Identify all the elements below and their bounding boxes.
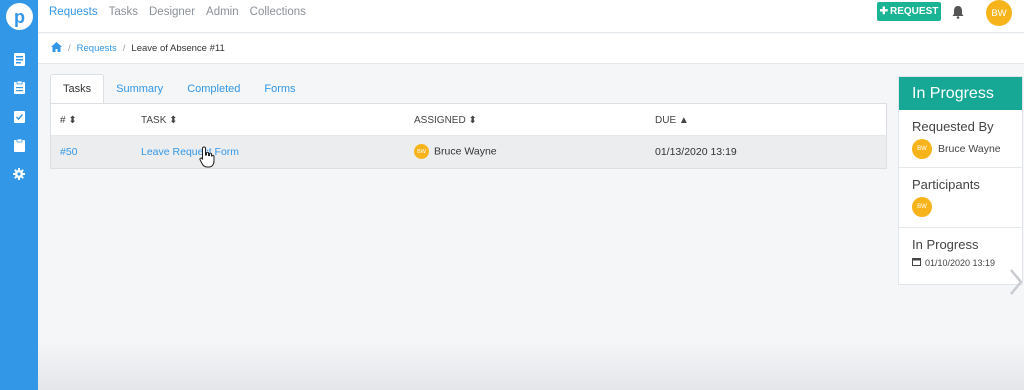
nav-tasks[interactable]: Tasks (109, 6, 138, 18)
tab-forms[interactable]: Forms (252, 74, 307, 103)
nav-admin[interactable]: Admin (206, 6, 239, 18)
in-progress-date: 01/10/2020 13:19 (925, 257, 996, 268)
plus-icon: ✚ (879, 6, 889, 17)
table-header: # ⬍ TASK ⬍ ASSIGNED ⬍ DUE ▲ (51, 104, 886, 136)
breadcrumb: / Requests / Leave of Absence #11 (38, 34, 1024, 64)
new-request-button[interactable]: ✚ REQUEST (877, 2, 941, 21)
avatar[interactable]: BW (912, 197, 932, 217)
column-header-assigned[interactable]: ASSIGNED ⬍ (414, 115, 477, 126)
left-sidebar: p (0, 0, 38, 390)
calendar-icon (912, 257, 921, 268)
sort-icon: ▲ (678, 115, 689, 126)
breadcrumb-separator: / (68, 43, 71, 54)
tab-completed[interactable]: Completed (175, 74, 252, 103)
due-date: 01/13/2020 13:19 (655, 146, 737, 158)
bell-icon[interactable] (951, 5, 965, 19)
gear-icon[interactable] (12, 167, 26, 181)
assigned-name: Bruce Wayne (434, 145, 497, 158)
sort-icon: ⬍ (68, 115, 77, 126)
table-row[interactable]: #50 Leave Request Form BW Bruce Wayne 01/… (51, 136, 886, 168)
breadcrumb-requests-link[interactable]: Requests (77, 43, 117, 54)
sort-icon: ⬍ (468, 115, 477, 126)
user-avatar[interactable]: BW (986, 0, 1012, 26)
chevron-right-icon[interactable] (1008, 268, 1024, 296)
column-header-due[interactable]: DUE ▲ (655, 115, 689, 126)
requests-icon[interactable] (12, 52, 26, 66)
new-request-label: REQUEST (890, 6, 939, 17)
tab-tasks[interactable]: Tasks (50, 74, 105, 103)
column-header-number[interactable]: # ⬍ (60, 115, 77, 126)
nav-collections[interactable]: Collections (250, 6, 306, 18)
assigned-user: BW Bruce Wayne (414, 144, 497, 159)
avatar: BW (414, 144, 429, 159)
tasks-icon[interactable] (12, 80, 26, 94)
requested-by-section: Requested By BW Bruce Wayne (899, 110, 1022, 168)
sort-icon: ⬍ (169, 115, 178, 126)
page-footer-shade (38, 340, 1024, 390)
checklist-icon[interactable] (12, 109, 26, 123)
in-progress-section: In Progress 01/10/2020 13:19 (899, 228, 1022, 268)
participants-section: Participants BW (899, 168, 1022, 228)
in-progress-label: In Progress (912, 237, 979, 252)
status-panel: In Progress Requested By BW Bruce Wayne … (898, 76, 1023, 285)
tasks-card: Tasks Summary Completed Forms # ⬍ TASK ⬍… (50, 74, 887, 169)
requested-by-label: Requested By (912, 119, 994, 134)
tab-bar: Tasks Summary Completed Forms (50, 74, 308, 103)
nav-designer[interactable]: Designer (149, 6, 195, 18)
column-header-task[interactable]: TASK ⬍ (141, 115, 178, 126)
requested-by-name: Bruce Wayne (938, 143, 1001, 155)
top-navbar: Requests Tasks Designer Admin Collection… (38, 0, 1024, 33)
breadcrumb-separator: / (122, 43, 126, 54)
logo-icon[interactable]: p (6, 3, 33, 30)
main-nav: Requests Tasks Designer Admin Collection… (49, 6, 306, 18)
home-icon[interactable] (51, 42, 62, 55)
avatar: BW (912, 139, 932, 159)
status-header: In Progress (899, 77, 1022, 110)
tasks-table: # ⬍ TASK ⬍ ASSIGNED ⬍ DUE ▲ #50 Leave Re… (50, 103, 887, 169)
breadcrumb-current: Leave of Absence #11 (131, 43, 225, 54)
task-name-link[interactable]: Leave Request Form (141, 146, 239, 158)
tab-summary[interactable]: Summary (104, 74, 175, 103)
task-id-link[interactable]: #50 (60, 146, 78, 158)
nav-requests[interactable]: Requests (49, 6, 98, 18)
hand-cursor-icon (199, 146, 215, 168)
clipboard-icon[interactable] (12, 138, 26, 152)
participants-label: Participants (912, 177, 980, 192)
